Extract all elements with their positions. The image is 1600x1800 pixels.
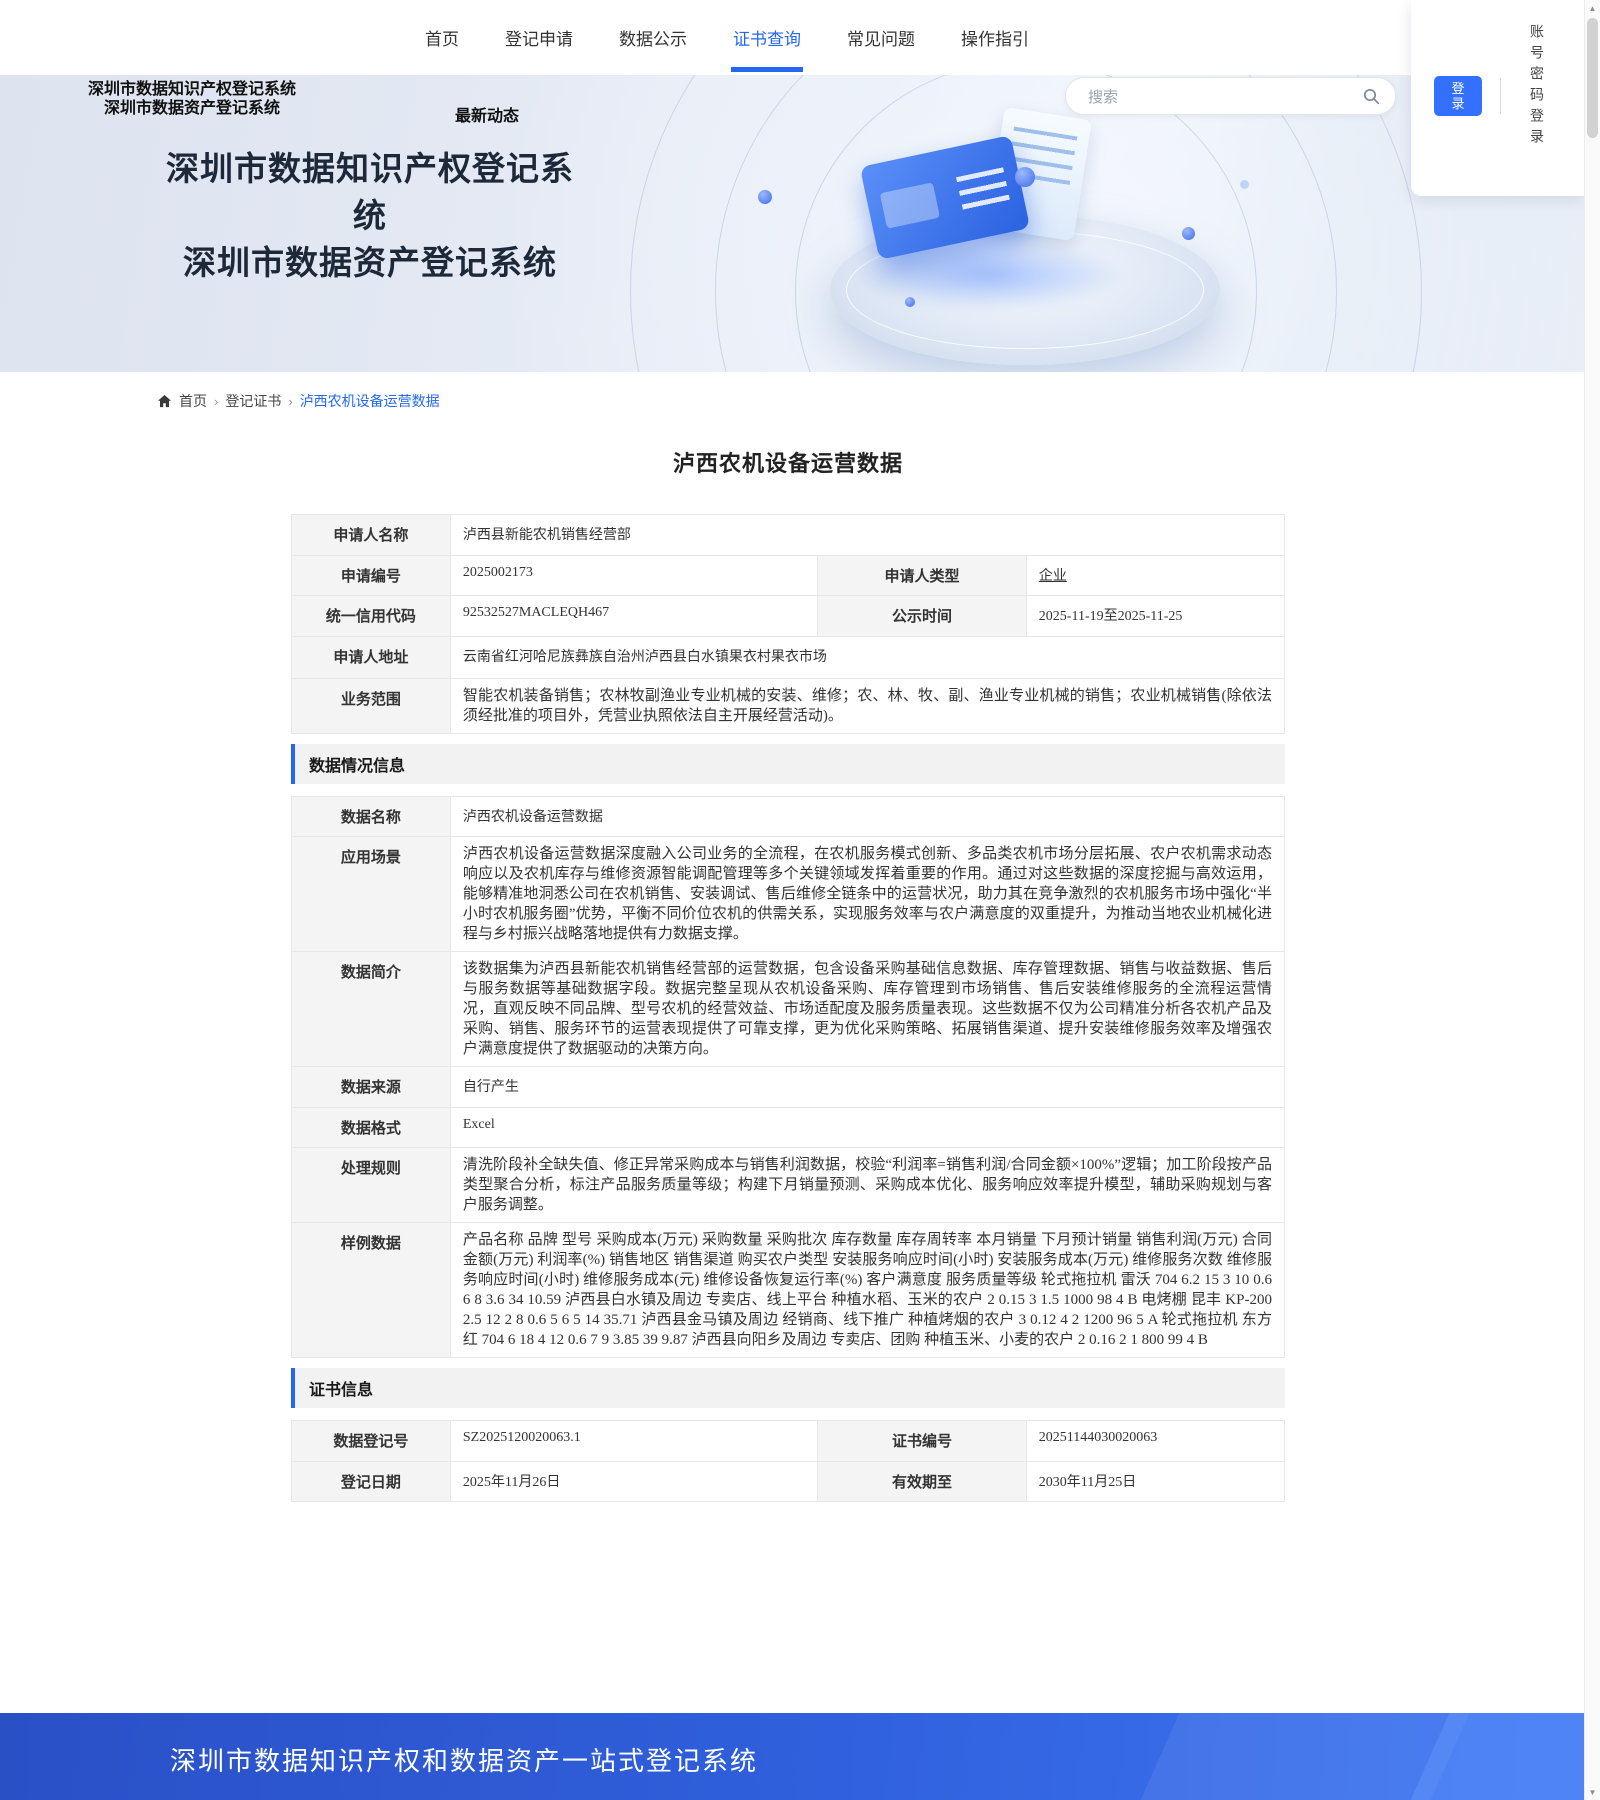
- login-panel: 登录 账号密码登录: [1411, 0, 1584, 196]
- vertical-scrollbar[interactable]: ▲ ▼: [1584, 0, 1600, 1800]
- valid-until-value: 2030年11月25日: [1026, 1462, 1285, 1502]
- login-method-label[interactable]: 账号密码登录: [1527, 24, 1547, 176]
- certificate-table: 数据登记号 SZ2025120020063.1 证书编号 20251144030…: [291, 1420, 1285, 1502]
- section-certificate-title: 证书信息: [309, 1382, 374, 1399]
- registration-date-value: 2025年11月26日: [450, 1462, 819, 1502]
- section-certificate: 证书信息: [291, 1368, 1285, 1408]
- breadcrumb-current: 泸西农机设备运营数据: [299, 393, 440, 409]
- applicant-name-value: 泸西县新能农机销售经营部: [450, 515, 1285, 556]
- home-icon: [157, 394, 172, 407]
- publicity-period-value: 2025-11-19至2025-11-25: [1026, 596, 1285, 637]
- search-box[interactable]: [1065, 77, 1396, 115]
- applicant-type-value: 企业: [1026, 556, 1285, 596]
- search-icon[interactable]: [1363, 88, 1380, 105]
- breadcrumb-certificates[interactable]: 登记证书: [225, 391, 281, 411]
- data-source-value: 自行产生: [450, 1067, 1285, 1108]
- nav-latest-news[interactable]: 最新动态: [455, 102, 519, 126]
- decor-sphere: [758, 190, 772, 204]
- data-info-table: 数据名称 泸西农机设备运营数据 应用场景 泸西农机设备运营数据深度融入公司业务的…: [291, 796, 1285, 1358]
- processing-rules-label: 处理规则: [292, 1148, 451, 1223]
- site-logo[interactable]: 深圳市数据知识产权登记系统 深圳市数据资产登记系统: [88, 80, 296, 118]
- data-registration-no-label: 数据登记号: [292, 1421, 451, 1462]
- nav-item-register-apply[interactable]: 登记申请: [505, 0, 573, 75]
- breadcrumb-separator: ›: [288, 393, 293, 409]
- data-format-value: Excel: [450, 1108, 1285, 1148]
- banner-title-line2: 深圳市数据资产登记系统: [183, 246, 557, 282]
- decor-sphere: [905, 297, 915, 307]
- login-button-label: 登录: [1451, 81, 1465, 111]
- certificate-no-label: 证书编号: [818, 1421, 1027, 1462]
- application-no-label: 申请编号: [292, 556, 451, 596]
- credit-code-label: 统一信用代码: [292, 596, 451, 637]
- application-no-value: 2025002173: [450, 556, 819, 596]
- page-title: 泸西农机设备运营数据: [672, 451, 903, 476]
- section-data-info: 数据情况信息: [291, 744, 1285, 784]
- logo-line2: 深圳市数据资产登记系统: [104, 100, 281, 117]
- applicant-type-label: 申请人类型: [818, 556, 1027, 596]
- applicant-address-label: 申请人地址: [292, 637, 451, 679]
- data-summary-value: 该数据集为泸西县新能农机销售经营部的运营数据，包含设备采购基础信息数据、库存管理…: [450, 952, 1285, 1067]
- registration-date-label: 登记日期: [292, 1462, 451, 1502]
- nav-item-certificate-query[interactable]: 证书查询: [731, 0, 803, 75]
- data-name-label: 数据名称: [292, 797, 451, 837]
- scrollbar-thumb[interactable]: [1587, 18, 1598, 138]
- nav-item-guide[interactable]: 操作指引: [961, 0, 1029, 75]
- decor-sphere: [1015, 167, 1035, 187]
- banner-title: 深圳市数据知识产权登记系统 深圳市数据资产登记系统: [150, 147, 590, 288]
- breadcrumb-separator: ›: [214, 393, 219, 409]
- processing-rules-value: 清洗阶段补全缺失值、修正异常采购成本与销售利润数据，校验“利润率=销售利润/合同…: [450, 1148, 1285, 1223]
- main-content: 泸西农机设备运营数据 申请人名称 泸西县新能农机销售经营部 申请编号 20250…: [291, 440, 1285, 1502]
- nav-item-faq[interactable]: 常见问题: [847, 0, 915, 75]
- breadcrumb: 首页 › 登记证书 › 泸西农机设备运营数据: [157, 391, 440, 411]
- login-button[interactable]: 登录: [1434, 76, 1482, 116]
- top-nav: 首页 登记申请 数据公示 证书查询 常见问题 操作指引: [0, 0, 1600, 75]
- business-scope-value: 智能农机装备销售；农林牧副渔业专业机械的安装、维修；农、林、牧、副、渔业专业机械…: [450, 679, 1285, 734]
- search-input[interactable]: [1086, 79, 1350, 115]
- publicity-period-label: 公示时间: [818, 596, 1027, 637]
- nav-item-home[interactable]: 首页: [425, 0, 459, 75]
- divider: [1500, 78, 1501, 114]
- nav-item-data-publicity[interactable]: 数据公示: [619, 0, 687, 75]
- breadcrumb-home[interactable]: 首页: [179, 391, 207, 411]
- application-scenario-label: 应用场景: [292, 837, 451, 952]
- data-registration-no-value: SZ2025120020063.1: [450, 1421, 819, 1462]
- business-scope-label: 业务范围: [292, 679, 451, 734]
- sample-data-label: 样例数据: [292, 1223, 451, 1358]
- footer-title: 深圳市数据知识产权和数据资产一站式登记系统: [170, 1746, 759, 1776]
- logo-line1: 深圳市数据知识产权登记系统: [88, 81, 297, 98]
- page: 首页 登记申请 数据公示 证书查询 常见问题 操作指引 深圳市数据知识产权登记系…: [0, 0, 1600, 1800]
- hero-banner: 深圳市数据知识产权登记系统 深圳市数据资产登记系统 最新动态 深圳市数据知识产权…: [0, 75, 1600, 372]
- banner-title-line1: 深圳市数据知识产权登记系统: [166, 152, 574, 235]
- section-data-info-title: 数据情况信息: [309, 758, 406, 775]
- credit-code-value: 92532527MACLEQH467: [450, 596, 819, 637]
- data-name-value: 泸西农机设备运营数据: [450, 797, 1285, 837]
- footer: 深圳市数据知识产权和数据资产一站式登记系统: [0, 1713, 1600, 1800]
- scroll-up-arrow[interactable]: ▲: [1585, 0, 1600, 16]
- valid-until-label: 有效期至: [818, 1462, 1027, 1502]
- applicant-name-label: 申请人名称: [292, 515, 451, 556]
- decor-sphere: [1240, 180, 1249, 189]
- certificate-no-value: 20251144030020063: [1026, 1421, 1285, 1462]
- sample-data-value: 产品名称 品牌 型号 采购成本(万元) 采购数量 采购批次 库存数量 库存周转率…: [450, 1223, 1285, 1358]
- applicant-address-value: 云南省红河哈尼族彝族自治州泸西县白水镇果衣村果衣市场: [450, 637, 1285, 679]
- applicant-table: 申请人名称 泸西县新能农机销售经营部 申请编号 2025002173 申请人类型…: [291, 514, 1285, 734]
- data-format-label: 数据格式: [292, 1108, 451, 1148]
- decor-sphere: [1182, 227, 1195, 240]
- application-scenario-value: 泸西农机设备运营数据深度融入公司业务的全流程，在农机服务模式创新、多品类农机市场…: [450, 837, 1285, 952]
- data-source-label: 数据来源: [292, 1067, 451, 1108]
- data-summary-label: 数据简介: [292, 952, 451, 1067]
- scroll-down-arrow[interactable]: ▼: [1585, 1784, 1600, 1800]
